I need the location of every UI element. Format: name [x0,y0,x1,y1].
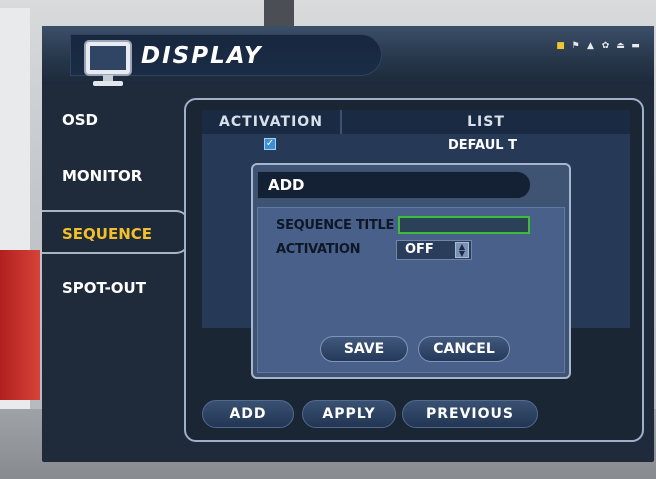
cancel-button[interactable]: CANCEL [418,336,510,362]
menu-item-sequence[interactable]: SEQUENCE [42,210,190,254]
eject-icon: ⏏ [616,41,625,51]
list-row[interactable]: ✓ DEFAUL T [202,136,630,156]
save-button[interactable]: SAVE [320,336,408,362]
add-button[interactable]: ADD [202,400,294,428]
network-icon: ▬ [631,41,640,51]
sequence-title-label: SEQUENCE TITLE [276,218,395,233]
monitor-status-icon: ■ [556,41,565,51]
background-wall [0,8,30,478]
updown-spinner-icon[interactable]: ▲ ▼ [455,242,469,258]
activation-value: OFF [405,242,434,257]
gear-icon: ✿ [601,41,610,51]
person-icon: ▲ [587,41,594,51]
monitor-icon [84,40,132,86]
page-title: DISPLAY [141,43,263,69]
flag-icon: ⚑ [571,41,580,51]
dialog-title: ADD [257,171,531,199]
menu-item-osd[interactable]: OSD [42,98,182,142]
sequence-name: DEFAUL T [448,138,517,153]
add-sequence-dialog: ADD SEQUENCE TITLE ACTIVATION OFF ▲ ▼ SAV… [251,163,571,379]
dialog-body: SEQUENCE TITLE ACTIVATION OFF ▲ ▼ SAVE CA… [257,207,565,373]
previous-button[interactable]: PREVIOUS [402,400,538,428]
activation-select[interactable]: OFF ▲ ▼ [396,240,472,260]
status-icons: ■ ⚑ ▲ ✿ ⏏ ▬ [556,42,640,51]
activation-label: ACTIVATION [276,242,361,257]
menu-item-spot-out[interactable]: SPOT-OUT [42,266,182,310]
sequence-title-input[interactable] [398,216,530,234]
list-header: ACTIVATION LIST [202,110,630,134]
background-extinguisher [0,250,40,400]
activation-checkbox[interactable]: ✓ [264,138,276,150]
column-header-activation: ACTIVATION [202,110,342,134]
header-bar: DISPLAY ■ ⚑ ▲ ✿ ⏏ ▬ [42,26,654,86]
column-header-list: LIST [467,114,505,130]
title-bar: DISPLAY [70,34,382,86]
apply-button[interactable]: APPLY [302,400,396,428]
menu-item-monitor[interactable]: MONITOR [42,154,182,198]
